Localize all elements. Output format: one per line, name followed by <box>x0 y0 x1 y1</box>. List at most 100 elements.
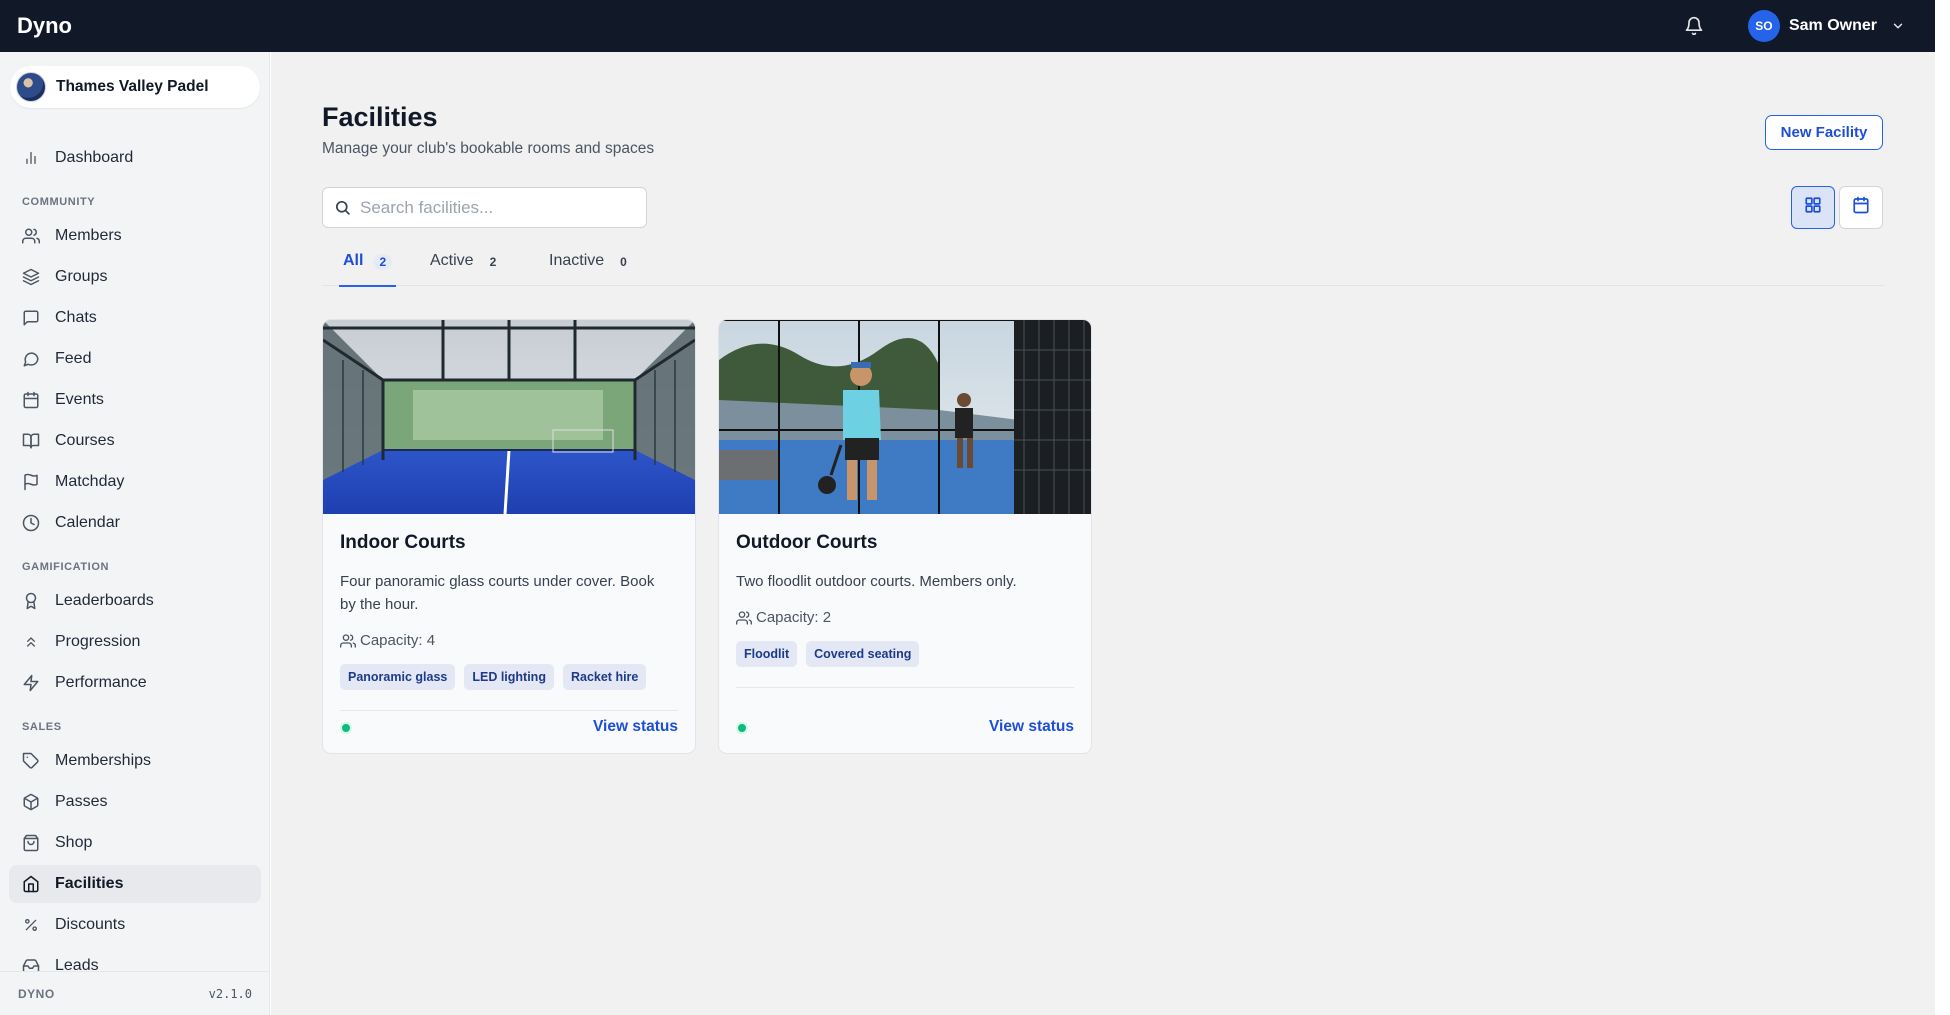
sidebar-item-leaderboards[interactable]: Leaderboards <box>9 582 261 620</box>
sidebar-item-label: Leaderboards <box>55 592 154 609</box>
users-icon <box>736 610 752 626</box>
main-content: Facilities Manage your club's bookable r… <box>271 52 1935 1015</box>
sidebar-item-label: Courses <box>55 432 115 449</box>
sidebar-item-shop[interactable]: Shop <box>9 824 261 862</box>
flag-icon <box>21 472 41 492</box>
club-avatar <box>16 72 46 102</box>
user-area: SO Sam Owner <box>1682 0 1905 52</box>
facility-description: Four panoramic glass courts under cover.… <box>340 573 655 613</box>
facility-tag: LED lighting <box>464 664 554 690</box>
app-logo[interactable]: Dyno <box>17 13 72 39</box>
calendar-view-button[interactable] <box>1839 186 1883 229</box>
tab-inactive[interactable]: Inactive 0 <box>549 246 633 286</box>
sidebar-item-events[interactable]: Events <box>9 381 261 419</box>
capacity-text: Capacity: 2 <box>756 609 832 626</box>
filter-tabs: All 2 Active 2 Inactive 0 <box>322 246 1884 287</box>
chevrons-up-icon <box>21 632 41 652</box>
sidebar-item-label: Matchday <box>55 473 125 490</box>
message-circle-icon <box>21 349 41 369</box>
sidebar-item-label: Progression <box>55 633 141 650</box>
sidebar-item-members[interactable]: Members <box>9 217 261 255</box>
tab-all[interactable]: All 2 <box>338 246 397 287</box>
calendar-icon <box>1852 196 1870 219</box>
facility-capacity: Capacity: 2 <box>736 609 831 626</box>
sidebar-item-label: Discounts <box>55 916 126 933</box>
sidebar-item-label: Chats <box>55 309 97 326</box>
sidebar-item-chats[interactable]: Chats <box>9 299 261 337</box>
facility-image <box>719 320 1091 514</box>
user-name[interactable]: Sam Owner <box>1789 17 1877 35</box>
sidebar: Thames Valley Padel Dashboard COMMUNITY … <box>0 52 270 1015</box>
grid-icon <box>1804 196 1822 219</box>
sidebar-item-discounts[interactable]: Discounts <box>9 906 261 944</box>
tab-label: All <box>343 252 364 269</box>
sidebar-item-label: Dashboard <box>55 149 134 166</box>
bar-chart-icon <box>21 148 41 168</box>
sidebar-item-courses[interactable]: Courses <box>9 422 261 460</box>
sidebar-footer: DYNO v2.1.0 <box>0 971 269 1015</box>
facility-card[interactable]: Indoor Courts Four panoramic glass court… <box>322 319 696 754</box>
user-avatar[interactable]: SO <box>1747 10 1780 42</box>
message-square-icon <box>21 308 41 328</box>
sidebar-item-label: Shop <box>55 834 93 851</box>
sidebar-item-label: Calendar <box>55 514 120 531</box>
tab-active[interactable]: Active 2 <box>430 246 502 286</box>
facility-name: Outdoor Courts <box>736 532 878 553</box>
facility-name: Indoor Courts <box>340 532 466 553</box>
bell-icon[interactable] <box>1682 14 1706 38</box>
sidebar-item-label: Groups <box>55 268 108 285</box>
new-facility-button[interactable]: New Facility <box>1765 115 1883 150</box>
top-bar: Dyno SO Sam Owner <box>0 0 1935 52</box>
facility-tags: Floodlit Covered seating <box>736 641 920 667</box>
search-input[interactable] <box>360 197 630 218</box>
card-divider <box>340 710 678 711</box>
sidebar-item-groups[interactable]: Groups <box>9 258 261 296</box>
percent-icon <box>21 915 41 935</box>
facility-tags: Panoramic glass LED lighting Racket hire <box>340 664 647 690</box>
sidebar-item-progression[interactable]: Progression <box>9 623 261 661</box>
tab-count: 2 <box>489 255 497 269</box>
sidebar-item-feed[interactable]: Feed <box>9 340 261 378</box>
footer-brand: DYNO <box>18 986 55 1001</box>
section-sales: SALES <box>22 721 62 733</box>
tag-icon <box>21 751 41 771</box>
page-title: Facilities <box>322 102 438 132</box>
facility-description: Two floodlit outdoor courts. Members onl… <box>736 573 1017 590</box>
facility-tag: Panoramic glass <box>340 664 456 690</box>
page-subtitle: Manage your club's bookable rooms and sp… <box>322 140 655 157</box>
shopping-bag-icon <box>21 833 41 853</box>
sidebar-item-passes[interactable]: Passes <box>9 783 261 821</box>
chevron-down-icon[interactable] <box>1891 19 1905 33</box>
sidebar-item-label: Members <box>55 227 122 244</box>
window-scrollbar[interactable] <box>1935 0 1950 1015</box>
status-indicator <box>736 722 748 734</box>
grid-view-button[interactable] <box>1791 186 1835 229</box>
capacity-text: Capacity: 4 <box>360 632 436 649</box>
sidebar-item-matchday[interactable]: Matchday <box>9 463 261 501</box>
clock-icon <box>21 513 41 533</box>
facility-card[interactable]: Outdoor Courts Two floodlit outdoor cour… <box>718 319 1092 754</box>
search-icon <box>334 199 352 217</box>
layers-icon <box>21 267 41 287</box>
sidebar-item-performance[interactable]: Performance <box>9 664 261 702</box>
club-name: Thames Valley Padel <box>56 78 209 95</box>
sidebar-item-label: Performance <box>55 674 147 691</box>
tab-label: Inactive <box>549 252 605 269</box>
sidebar-item-label: Events <box>55 391 104 408</box>
facility-tag: Racket hire <box>562 664 647 690</box>
view-status-link[interactable]: View status <box>989 718 1074 736</box>
sidebar-item-facilities[interactable]: Facilities <box>9 865 261 903</box>
facility-tag: Covered seating <box>806 641 920 667</box>
view-status-link[interactable]: View status <box>593 718 678 736</box>
card-divider <box>736 687 1074 688</box>
box-icon <box>21 792 41 812</box>
book-open-icon <box>21 431 41 451</box>
sidebar-item-dashboard[interactable]: Dashboard <box>9 139 261 177</box>
sidebar-item-label: Passes <box>55 793 108 810</box>
club-switcher[interactable]: Thames Valley Padel <box>10 66 260 108</box>
search-box[interactable] <box>322 187 647 228</box>
sidebar-item-calendar[interactable]: Calendar <box>9 504 261 542</box>
sidebar-item-label: Memberships <box>55 752 152 769</box>
sidebar-item-memberships[interactable]: Memberships <box>9 742 261 780</box>
tab-label: Active <box>430 252 474 269</box>
